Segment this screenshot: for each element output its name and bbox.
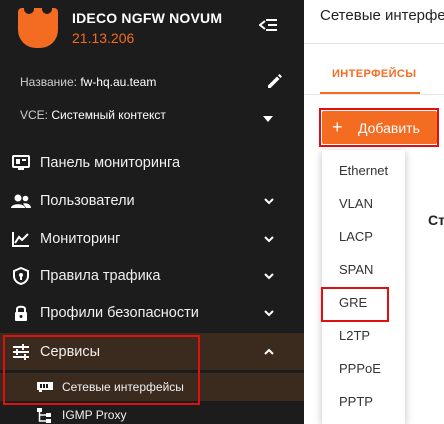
page-title: Сетевые интерфейсы [320,7,444,24]
vce-value: Системный контекст [51,108,166,122]
vce-label: VCE: [20,108,49,122]
chart-icon [10,228,32,250]
chevron-down-icon [262,269,276,283]
nav-item-services[interactable]: Сервисы [0,333,304,370]
menu-item-ethernet[interactable]: Ethernet [322,154,405,187]
nav-label: Правила трафика [40,267,161,284]
plus-icon: + [332,117,343,137]
collapse-sidebar-button[interactable] [256,14,280,36]
header-divider [304,43,444,44]
vce-dropdown-caret[interactable] [262,110,274,122]
menu-item-lacp[interactable]: LACP [322,220,405,253]
monitor-icon [10,152,32,174]
nav-item-users[interactable]: Пользователи [0,182,304,219]
collapse-menu-icon [259,19,277,31]
device-name-row: Название: fw-hq.au.team [20,75,156,89]
product-version: 21.13.206 [72,30,135,46]
nav-item-dashboard[interactable]: Панель мониторинга [0,144,304,181]
pencil-icon [268,74,282,88]
table-column-header: Ст [428,212,444,228]
menu-item-gre[interactable]: GRE [322,286,405,319]
sub-item-network-interfaces[interactable]: Сетевые интерфейсы [0,373,304,401]
users-icon [10,190,32,212]
nav-item-monitoring[interactable]: Мониторинг [0,220,304,257]
nav-label: Панель мониторинга [40,154,181,171]
tab-interfaces[interactable]: ИНТЕРФЕЙСЫ [332,68,416,80]
nav-label: Сервисы [40,343,101,360]
menu-item-span[interactable]: SPAN [322,253,405,286]
caret-down-icon [263,116,273,122]
chevron-up-icon [262,345,276,359]
nav-label: Мониторинг [40,230,121,247]
nav-item-traffic-rules[interactable]: Правила трафика [0,257,304,294]
shield-icon [10,265,32,287]
tree-icon [36,408,54,423]
chevron-down-icon [262,232,276,246]
sidebar: IDECO NGFW NOVUM 21.13.206 Название: fw-… [0,0,304,424]
device-name-value: fw-hq.au.team [80,75,157,89]
sliders-icon [10,341,32,363]
lock-icon [10,302,32,324]
nav-label: Профили безопасности [40,304,199,321]
vce-row[interactable]: VCE: Системный контекст [20,108,166,122]
chevron-down-icon [262,306,276,320]
main-content: Сетевые интерфейсы ИНТЕРФЕЙСЫ + Добавить… [304,0,444,424]
product-name: IDECO NGFW NOVUM [72,10,223,26]
tabs-divider [304,94,444,95]
edit-name-button[interactable] [266,72,286,92]
menu-item-pptp[interactable]: PPTP [322,385,405,418]
sub-item-igmp-proxy[interactable]: IGMP Proxy [0,401,304,424]
network-card-icon [36,380,54,394]
nav-item-security-profiles[interactable]: Профили безопасности [0,294,304,331]
menu-item-vlan[interactable]: VLAN [322,187,405,220]
device-name-label: Название: [20,75,77,89]
add-interface-menu: Ethernet VLAN LACP SPAN GRE L2TP PPPoE P… [322,150,405,424]
sub-item-label: Сетевые интерфейсы [62,380,184,394]
add-button-label: Добавить [358,119,420,136]
add-button[interactable]: + Добавить [322,111,437,144]
nav-label: Пользователи [40,192,135,209]
ideco-logo-icon [18,4,58,48]
sub-item-label: IGMP Proxy [62,408,127,422]
chevron-down-icon [262,194,276,208]
menu-item-l2tp[interactable]: L2TP [322,319,405,352]
menu-item-pppoe[interactable]: PPPoE [322,352,405,385]
